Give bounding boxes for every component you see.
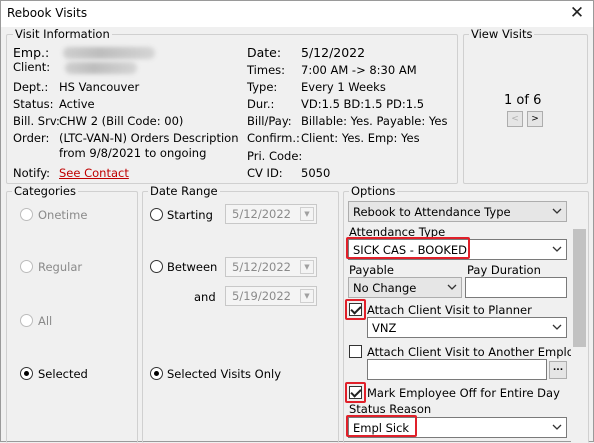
date-range-group: Date Range: [142, 184, 339, 443]
status-value: Active: [59, 97, 95, 111]
radio-between[interactable]: [150, 260, 163, 273]
options-mode-select[interactable]: Rebook to Attendance Type: [348, 201, 567, 222]
client-name-redacted: [65, 62, 137, 74]
payable-select[interactable]: No Change: [348, 277, 462, 298]
visit-information-legend: Visit Information: [13, 27, 112, 41]
cv-id-value: 5050: [301, 166, 331, 180]
calendar-dropdown-icon[interactable]: ▼: [300, 260, 314, 274]
radio-starting[interactable]: [150, 208, 163, 221]
prev-visit-button[interactable]: <: [507, 111, 523, 127]
payable-value: No Change: [353, 281, 417, 295]
radio-regular[interactable]: [20, 260, 33, 273]
bill-pay-label: Bill/Pay:: [247, 114, 292, 128]
date-range-legend: Date Range: [148, 184, 220, 198]
view-visits-legend: View Visits: [469, 27, 535, 41]
chevron-down-icon: [552, 324, 562, 330]
payable-label: Payable: [349, 263, 394, 277]
close-icon[interactable]: ✕: [567, 2, 587, 24]
and-date-field[interactable]: 5/19/2022 ▼: [225, 286, 317, 306]
selected-label: Selected: [38, 367, 88, 381]
regular-label: Regular: [38, 260, 83, 274]
emp-name-redacted: [63, 47, 155, 59]
attach-other-employee-label: Attach Client Visit to Another Emplo: [367, 345, 574, 359]
categories-legend: Categories: [12, 184, 78, 198]
starting-label: Starting: [167, 208, 213, 222]
order-value-line1: (LTC-VAN-N) Orders Description: [59, 131, 239, 145]
chevron-down-icon: [552, 424, 562, 430]
calendar-dropdown-icon[interactable]: ▼: [300, 289, 314, 303]
pri-code-label: Pri. Code:: [247, 149, 303, 163]
selected-visits-only-label: Selected Visits Only: [167, 367, 282, 381]
dept-value: HS Vancouver: [59, 80, 140, 94]
and-label: and: [194, 290, 216, 304]
date-value: 5/12/2022: [301, 45, 366, 60]
order-value-line2: from 9/8/2021 to ongoing: [59, 146, 207, 160]
chevron-down-icon: [447, 284, 457, 290]
emp-label: Emp.:: [13, 45, 50, 60]
radio-selected-visits-only[interactable]: [150, 367, 163, 380]
between-date-value: 5/12/2022: [232, 260, 291, 274]
dialog-title: Rebook Visits: [7, 6, 88, 20]
status-reason-highlight: [346, 415, 417, 437]
dept-label: Dept.:: [13, 80, 49, 94]
visit-counter: 1 of 6: [504, 93, 542, 108]
between-label: Between: [167, 260, 218, 274]
see-contact-link[interactable]: See Contact: [59, 166, 129, 180]
mark-employee-off-highlight: [345, 382, 366, 403]
and-date-value: 5/19/2022: [232, 289, 291, 303]
pay-duration-label: Pay Duration: [467, 263, 541, 277]
bill-srv-label: Bill. Srv:: [13, 114, 60, 128]
options-legend: Options: [349, 184, 398, 198]
confirm-label: Confirm.:: [247, 131, 300, 145]
client-label: Client:: [13, 60, 51, 74]
starting-date-value: 5/12/2022: [232, 207, 291, 221]
scrollbar-thumb[interactable]: [573, 229, 586, 347]
other-employee-field[interactable]: [367, 359, 547, 380]
dur-label: Dur.:: [247, 97, 275, 111]
notify-label: Notify:: [13, 166, 51, 180]
order-label: Order:: [13, 131, 50, 145]
status-label: Status:: [13, 97, 54, 111]
attach-planner-label: Attach Client Visit to Planner: [367, 303, 532, 317]
times-label: Times:: [247, 63, 286, 77]
radio-onetime[interactable]: [20, 208, 33, 221]
attach-other-employee-checkbox[interactable]: [349, 345, 362, 358]
type-label: Type:: [247, 80, 278, 94]
planner-value: VNZ: [372, 321, 397, 335]
radio-all[interactable]: [20, 314, 33, 327]
between-date-field[interactable]: 5/12/2022 ▼: [225, 257, 317, 277]
attach-planner-highlight: [345, 299, 366, 320]
chevron-down-icon: [552, 246, 562, 252]
view-visits-group: View Visits: [463, 27, 588, 184]
bill-pay-value: Billable: Yes. Payable: Yes: [301, 114, 448, 128]
planner-select[interactable]: VNZ: [367, 317, 567, 338]
date-label: Date:: [247, 45, 282, 60]
onetime-label: Onetime: [38, 208, 88, 222]
calendar-dropdown-icon[interactable]: ▼: [300, 207, 314, 221]
all-label: All: [38, 314, 53, 328]
next-visit-button[interactable]: >: [527, 111, 543, 127]
times-value: 7:00 AM -> 8:30 AM: [301, 63, 417, 77]
confirm-value: Client: Yes. Emp: Yes: [301, 131, 420, 145]
dur-value: VD:1.5 BD:1.5 PD:1.5: [301, 97, 425, 111]
radio-selected[interactable]: [20, 367, 33, 380]
attendance-type-highlight: [346, 237, 470, 259]
mark-employee-off-label: Mark Employee Off for Entire Day: [367, 386, 560, 400]
title-bar: Rebook Visits ✕: [1, 1, 593, 27]
pay-duration-field[interactable]: [465, 277, 567, 298]
rebook-visits-dialog: Rebook Visits ✕ Visit Information Emp.: …: [0, 0, 594, 443]
bill-srv-value: CHW 2 (Bill Code: 00): [59, 114, 184, 128]
starting-date-field[interactable]: 5/12/2022 ▼: [225, 204, 317, 224]
cv-id-label: CV ID:: [247, 166, 283, 180]
options-mode-value: Rebook to Attendance Type: [353, 205, 511, 219]
type-value: Every 1 Weeks: [301, 80, 386, 94]
browse-employee-button[interactable]: ...: [549, 361, 567, 379]
chevron-down-icon: [552, 208, 562, 214]
status-reason-label: Status Reason: [349, 402, 432, 416]
